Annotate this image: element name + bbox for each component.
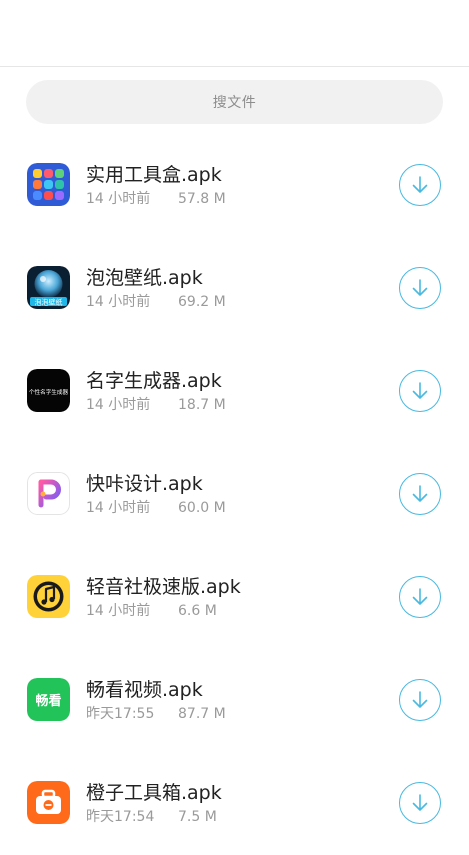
file-meta: 14 小时前 18.7 M: [86, 394, 226, 414]
list-item[interactable]: 轻音社极速版.apk 14 小时前 6.6 M: [0, 546, 469, 649]
svg-text:畅看: 畅看: [35, 693, 61, 709]
file-time: 14 小时前: [86, 500, 151, 516]
file-time: 14 小时前: [86, 294, 151, 310]
file-size: 7.5 M: [178, 809, 217, 825]
download-button[interactable]: [399, 473, 441, 515]
search-placeholder: 搜文件: [212, 95, 257, 111]
download-button[interactable]: [399, 267, 441, 309]
bubble-wallpaper-app-icon: 泡泡壁纸: [27, 266, 70, 309]
music-note-app-icon: [27, 575, 70, 618]
list-item[interactable]: 实用工具盒.apk 14 小时前 57.8 M: [0, 134, 469, 237]
kuaika-design-app-icon: [27, 472, 70, 515]
download-arrow-icon: [412, 279, 428, 296]
file-meta: 14 小时前 69.2 M: [86, 291, 226, 311]
download-button[interactable]: [399, 164, 441, 206]
file-name: 快咔设计.apk: [86, 473, 203, 495]
top-bar: [0, 0, 469, 67]
file-name: 名字生成器.apk: [86, 370, 222, 392]
file-size: 57.8 M: [178, 191, 226, 207]
file-size: 60.0 M: [178, 500, 226, 516]
file-time: 昨天17:55: [86, 706, 155, 722]
file-meta: 14 小时前 60.0 M: [86, 497, 226, 517]
download-button[interactable]: [399, 576, 441, 618]
file-time: 昨天17:54: [86, 809, 155, 825]
download-arrow-icon: [412, 588, 428, 605]
download-button[interactable]: [399, 679, 441, 721]
download-button[interactable]: [399, 370, 441, 412]
file-meta: 14 小时前 57.8 M: [86, 188, 226, 208]
file-size: 18.7 M: [178, 397, 226, 413]
download-button[interactable]: [399, 782, 441, 824]
svg-text:泡泡壁纸: 泡泡壁纸: [35, 298, 63, 307]
download-arrow-icon: [412, 176, 428, 193]
file-name: 泡泡壁纸.apk: [86, 267, 203, 289]
file-name: 橙子工具箱.apk: [86, 782, 222, 804]
name-generator-app-icon: 个性名字生成器: [27, 369, 70, 412]
search-input[interactable]: 搜文件: [26, 80, 443, 124]
toolbox-app-icon: [27, 163, 70, 206]
download-arrow-icon: [412, 382, 428, 399]
changkan-video-app-icon: 畅看: [27, 678, 70, 721]
list-item[interactable]: 橙子工具箱.apk 昨天17:54 7.5 M: [0, 752, 469, 855]
download-arrow-icon: [412, 691, 428, 708]
list-item[interactable]: 泡泡壁纸 泡泡壁纸.apk 14 小时前 69.2 M: [0, 237, 469, 340]
download-arrow-icon: [412, 794, 428, 811]
file-name: 轻音社极速版.apk: [86, 576, 241, 598]
file-list: 实用工具盒.apk 14 小时前 57.8 M 泡泡壁纸 泡泡壁纸.apk 14…: [0, 134, 469, 855]
svg-text:个性名字生成器: 个性名字生成器: [29, 388, 69, 396]
download-arrow-icon: [412, 485, 428, 502]
file-size: 69.2 M: [178, 294, 226, 310]
file-size: 6.6 M: [178, 603, 217, 619]
list-item[interactable]: 个性名字生成器 名字生成器.apk 14 小时前 18.7 M: [0, 340, 469, 443]
file-meta: 昨天17:54 7.5 M: [86, 806, 217, 826]
file-name: 畅看视频.apk: [86, 679, 203, 701]
list-item[interactable]: 快咔设计.apk 14 小时前 60.0 M: [0, 443, 469, 546]
file-time: 14 小时前: [86, 191, 151, 207]
file-name: 实用工具盒.apk: [86, 164, 222, 186]
file-size: 87.7 M: [178, 706, 226, 722]
orange-toolbox-app-icon: [27, 781, 70, 824]
file-time: 14 小时前: [86, 397, 151, 413]
list-item[interactable]: 畅看 畅看视频.apk 昨天17:55 87.7 M: [0, 649, 469, 752]
file-meta: 14 小时前 6.6 M: [86, 600, 217, 620]
file-meta: 昨天17:55 87.7 M: [86, 703, 226, 723]
file-time: 14 小时前: [86, 603, 151, 619]
